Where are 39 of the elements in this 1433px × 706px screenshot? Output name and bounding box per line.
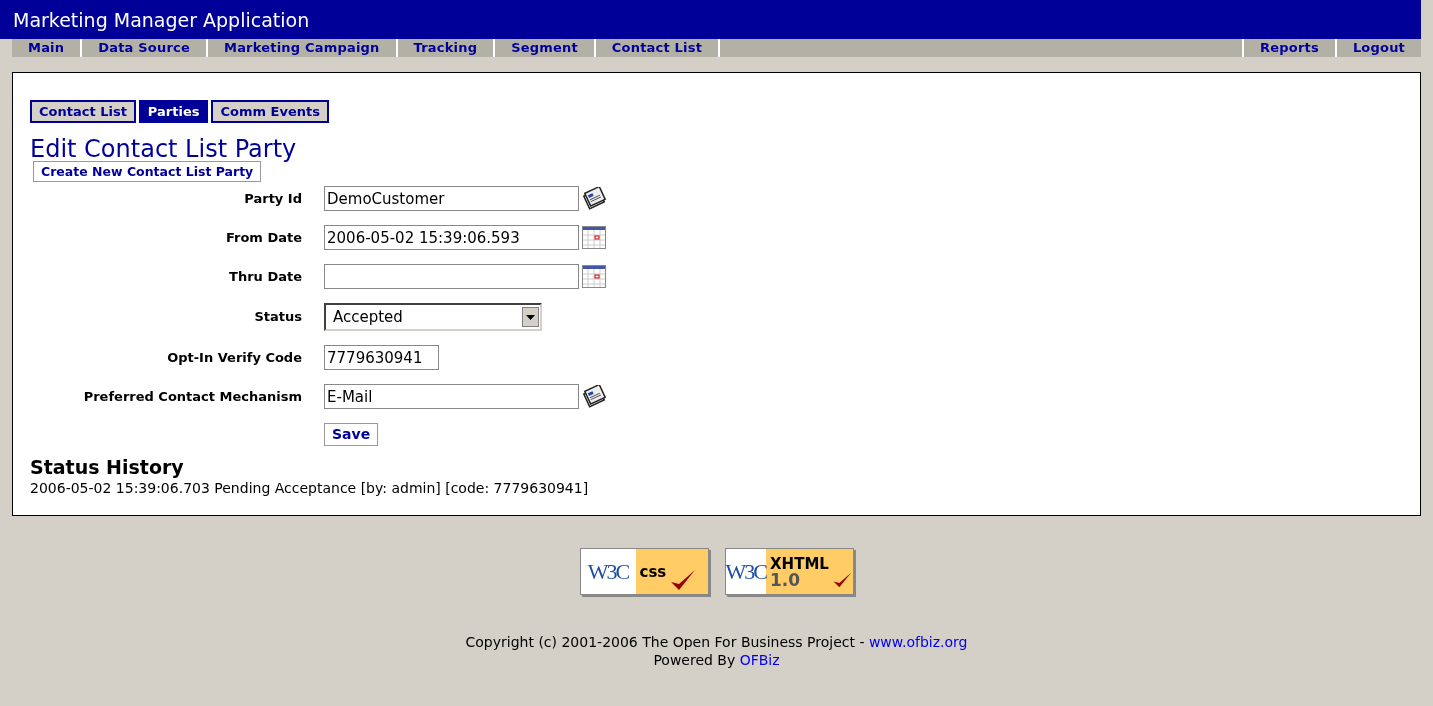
input-field[interactable]: E-Mail: [324, 384, 579, 409]
calendar-icon[interactable]: [582, 265, 606, 288]
dropdown-arrow-icon[interactable]: [526, 314, 535, 320]
create-button[interactable]: Create New Contact List Party: [33, 161, 262, 182]
nav-link[interactable]: Reports: [1242, 39, 1335, 57]
notepad-icon[interactable]: [582, 384, 606, 409]
copyright-text: Copyright (c) 2001-2006 The Open For Business Project - www.ofbiz.org: [464, 633, 969, 651]
page-heading: Edit Contact List Party: [30, 137, 298, 161]
save-button[interactable]: Save: [324, 423, 379, 446]
input-field[interactable]: [324, 264, 579, 289]
powered-by-text: Powered By OFBiz: [652, 651, 781, 669]
notepad-icon[interactable]: [582, 186, 606, 211]
field-label: Opt-In Verify Code: [166, 348, 302, 367]
dropdown[interactable]: Accepted: [324, 303, 542, 331]
field-label: Status: [253, 308, 302, 327]
input-field[interactable]: 2006-05-02 15:39:06.593: [324, 225, 579, 250]
input-field[interactable]: DemoCustomer: [324, 186, 579, 211]
nav-link[interactable]: Contact List: [595, 39, 721, 57]
tab[interactable]: Contact List: [30, 100, 136, 123]
app-title: Marketing Manager Application: [0, 0, 1421, 39]
nav-link[interactable]: Logout: [1334, 39, 1421, 57]
field-label: Party Id: [243, 189, 302, 208]
field-label: From Date: [224, 228, 302, 247]
tab[interactable]: Parties: [138, 100, 209, 123]
nav-link[interactable]: Marketing Campaign: [208, 39, 398, 57]
history-entry: 2006-05-02 15:39:06.703 Pending Acceptance [by: admin] [code: 7779630941]: [30, 479, 590, 498]
nav-link[interactable]: Tracking: [397, 39, 496, 57]
section-heading: Status History: [30, 456, 185, 478]
validation-badge[interactable]: W3C css: [579, 548, 709, 595]
field-label: Preferred Contact Mechanism: [82, 387, 302, 406]
tab[interactable]: Comm Events: [211, 100, 329, 123]
ofbiz-link[interactable]: OFBiz: [739, 652, 780, 668]
nav-link[interactable]: Main: [12, 39, 83, 57]
input-field[interactable]: 7779630941: [324, 345, 439, 370]
nav-link[interactable]: Segment: [495, 39, 596, 57]
website-link[interactable]: www.ofbiz.org: [868, 634, 968, 650]
field-label: Thru Date: [228, 267, 302, 286]
calendar-icon[interactable]: [582, 226, 606, 249]
nav-link[interactable]: Data Source: [82, 39, 208, 57]
